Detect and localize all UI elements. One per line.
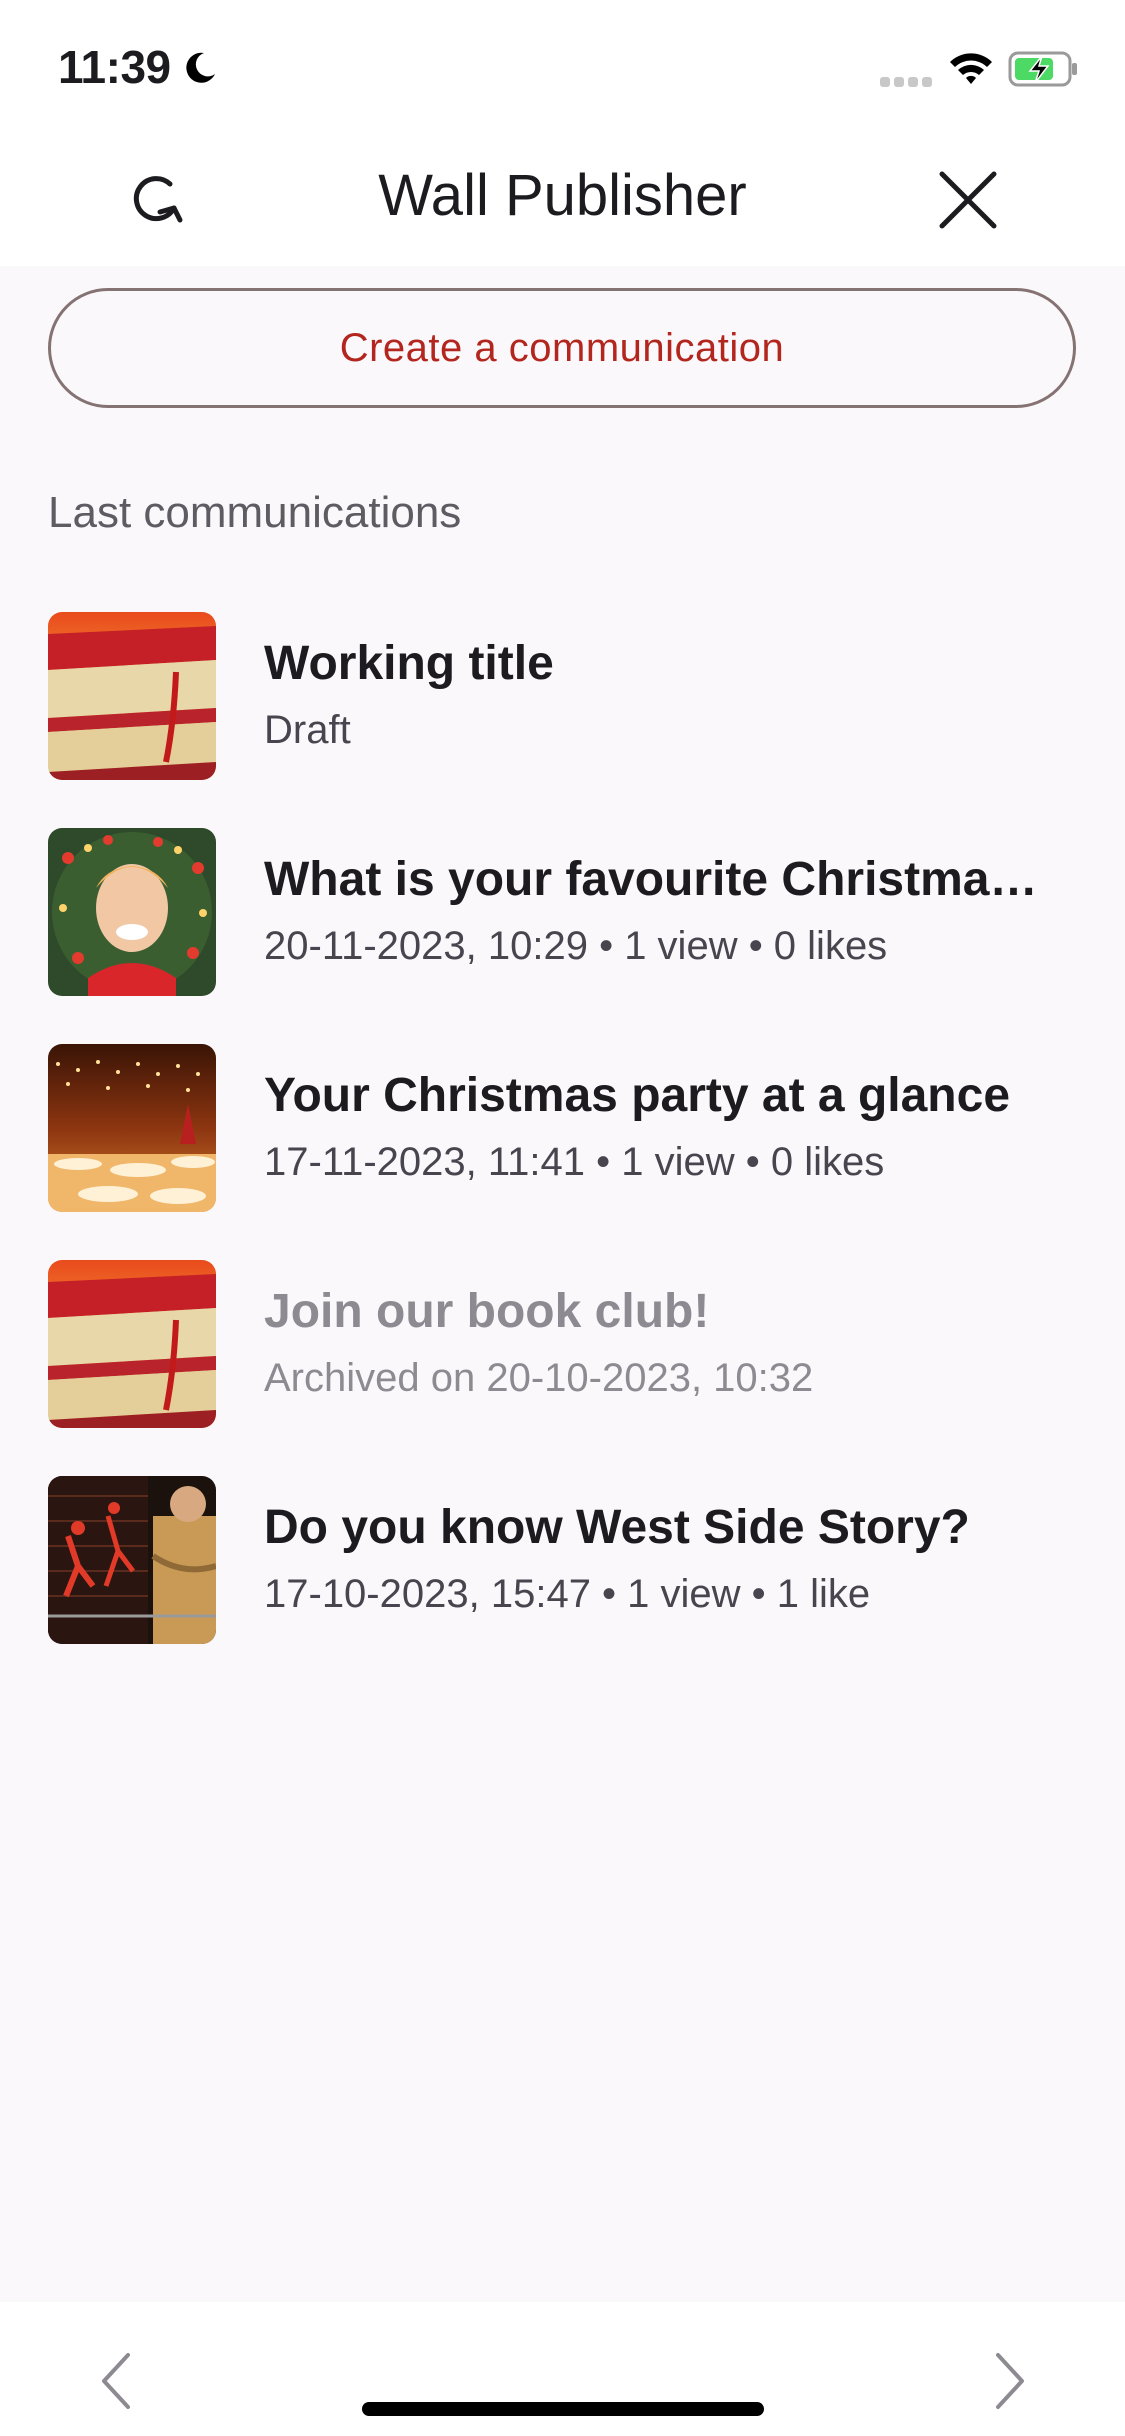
chevron-right-icon <box>996 2353 1024 2409</box>
list-item[interactable]: Your Christmas party at a glance 17-11-2… <box>0 1028 1125 1244</box>
books-image <box>48 1260 216 1428</box>
item-title: What is your favourite Christmas … <box>264 853 1064 906</box>
item-subtitle: 20-11-2023, 10:29 • 1 view • 0 likes <box>264 924 888 968</box>
list-item[interactable]: Join our book club! Archived on 20-10-20… <box>0 1244 1125 1460</box>
wifi-icon <box>948 50 994 91</box>
moon-icon <box>182 50 218 91</box>
item-title: Join our book club! <box>264 1285 710 1338</box>
list-item[interactable]: What is your favourite Christmas … 20-11… <box>0 812 1125 1028</box>
list-item[interactable]: Do you know West Side Story? 17-10-2023,… <box>0 1460 1125 1676</box>
christmas-wreath-woman-image <box>48 828 216 996</box>
battery-charging-icon <box>1008 50 1080 93</box>
item-subtitle: Draft <box>264 708 351 752</box>
chevron-left-icon <box>102 2353 130 2409</box>
cellular-signal-icon <box>880 74 932 92</box>
app-bar: Wall Publisher <box>0 132 1125 266</box>
item-title: Do you know West Side Story? <box>264 1501 970 1554</box>
item-subtitle: 17-11-2023, 11:41 • 1 view • 0 likes <box>264 1140 885 1184</box>
create-communication-button[interactable]: Create a communication <box>48 288 1076 408</box>
item-subtitle: 17-10-2023, 15:47 • 1 view • 1 like <box>264 1572 871 1616</box>
west-side-story-image <box>48 1476 216 1644</box>
status-bar: 11:39 <box>0 0 1125 132</box>
close-icon <box>939 171 997 229</box>
books-image <box>48 612 216 780</box>
item-subtitle: Archived on 20-10-2023, 10:32 <box>264 1356 814 1400</box>
status-time: 11:39 <box>58 41 171 93</box>
bottom-toolbar <box>0 2302 1125 2436</box>
forward-button[interactable] <box>980 2346 1040 2416</box>
home-indicator[interactable] <box>362 2402 764 2416</box>
section-heading: Last communications <box>48 488 462 537</box>
list-item[interactable]: Working title Draft <box>0 596 1125 812</box>
party-hall-image <box>48 1044 216 1212</box>
back-button[interactable] <box>86 2346 146 2416</box>
communications-list: Working title Draft What is your favouri… <box>0 596 1125 1676</box>
close-button[interactable] <box>920 160 1016 240</box>
item-title: Working title <box>264 637 554 690</box>
item-title: Your Christmas party at a glance <box>264 1069 1011 1122</box>
